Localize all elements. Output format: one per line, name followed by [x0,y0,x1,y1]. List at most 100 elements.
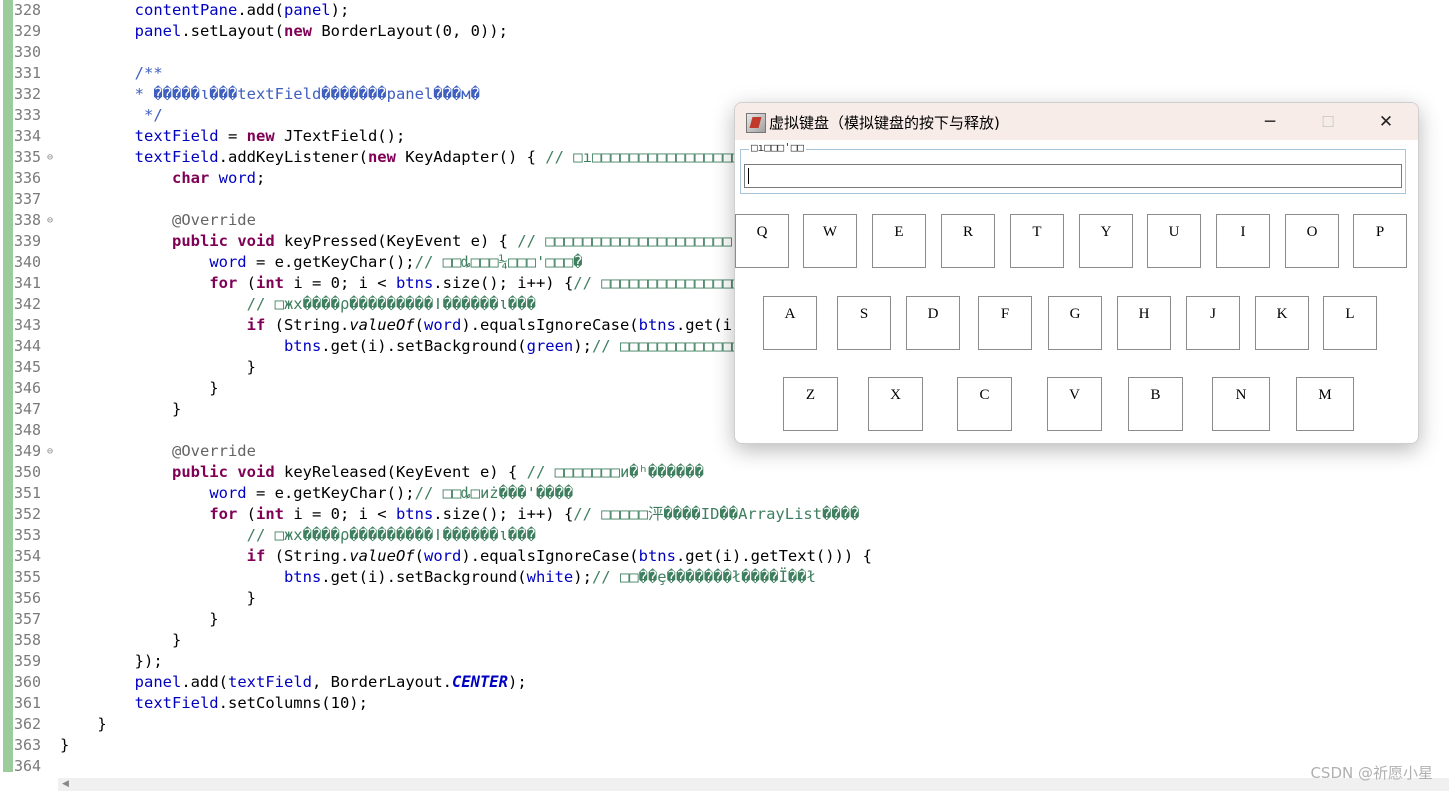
code-text: } [60,358,256,376]
key-v-button[interactable]: V [1047,377,1102,431]
code-text: textField.addKeyListener(new KeyAdapter(… [134,148,742,166]
key-e-button[interactable]: E [872,214,926,268]
close-button[interactable]: ✕ [1368,109,1404,135]
key-u-button[interactable]: U [1147,214,1201,268]
line-number: 354 [14,547,42,565]
code-text: for (int i = 0; i < btns.size(); i++) {/… [209,274,751,292]
code-text: // □жx����ρ���������ǀ������ι��� [246,526,536,544]
key-t-button[interactable]: T [1010,214,1064,268]
maximize-button[interactable]: ☐ [1310,109,1346,135]
code-text: textField.setColumns(10); [134,694,368,712]
line-number: 355 [14,568,42,586]
key-y-button[interactable]: Y [1079,214,1133,268]
group-legend: □ı□□□'□□ [749,141,806,154]
code-text: } [60,736,70,754]
key-q-button[interactable]: Q [735,214,789,268]
key-i-button[interactable]: I [1216,214,1270,268]
code-text: } [60,379,219,397]
key-p-button[interactable]: P [1353,214,1407,268]
line-number: 361 [14,694,42,712]
line-number: 343 [14,316,42,334]
code-text: } [60,715,107,733]
change-ruler [0,0,14,778]
line-number: 328 [14,1,42,19]
code-text: } [60,631,182,649]
input-group: □ı□□□'□□ [740,141,1406,194]
code-text: char word; [171,169,266,187]
code-text: word = e.getKeyChar();// □□ȡ□□□¼□□□'□□□� [209,253,583,271]
key-input-field[interactable] [744,164,1402,188]
code-text: }); [60,652,163,670]
line-number: 364 [14,757,42,775]
code-text: } [60,610,219,628]
line-number: 340 [14,253,42,271]
line-number: 339 [14,232,42,250]
key-j-button[interactable]: J [1186,296,1240,350]
text-caret [748,168,749,184]
line-number: 329 [14,22,42,40]
code-text: // □жx����ρ���������ǀ������ι��� [246,295,536,313]
fold-toggle-icon[interactable]: ⊖ [47,441,53,462]
virtual-keyboard-window: 虚拟键盘（模拟键盘的按下与释放) ─ ☐ ✕ □ı□□□'□□ QWERTYUI… [734,102,1419,444]
key-a-button[interactable]: A [763,296,817,350]
key-f-button[interactable]: F [978,296,1032,350]
key-z-button[interactable]: Z [783,377,838,431]
code-text: } [60,400,182,418]
line-number: 358 [14,631,42,649]
key-s-button[interactable]: S [837,296,891,350]
code-text: panel.setLayout(new BorderLayout(0, 0)); [134,22,508,40]
code-text: if (String.valueOf(word).equalsIgnoreCas… [246,547,872,565]
key-l-button[interactable]: L [1323,296,1377,350]
code-text: @Override [171,211,256,229]
key-m-button[interactable]: M [1296,377,1354,431]
code-text: word = e.getKeyChar();// □□ȡ□иż���'���� [209,484,574,502]
code-text: btns.get(i).setBackground(green);// □□□□… [283,337,770,355]
key-n-button[interactable]: N [1212,377,1270,431]
key-w-button[interactable]: W [803,214,857,268]
line-number: 346 [14,379,42,397]
line-number: 360 [14,673,42,691]
horizontal-scrollbar[interactable]: ◀ [58,778,1449,791]
key-x-button[interactable]: X [868,377,923,431]
key-o-button[interactable]: O [1285,214,1339,268]
code-text: for (int i = 0; i < btns.size(); i++) {/… [209,505,860,523]
line-number: 359 [14,652,42,670]
line-number: 332 [14,85,42,103]
window-title: 虚拟键盘（模拟键盘的按下与释放) [769,114,1000,132]
code-text: public void keyPressed(KeyEvent e) { // … [171,232,732,250]
key-r-button[interactable]: R [941,214,995,268]
line-number: 333 [14,106,42,124]
code-text: @Override [171,442,256,460]
code-text: public void keyReleased(KeyEvent e) { //… [171,463,704,481]
line-number: 342 [14,295,42,313]
line-number: 348 [14,421,42,439]
key-k-button[interactable]: K [1255,296,1309,350]
watermark: CSDN @祈愿小星 [1310,764,1433,782]
minimize-button[interactable]: ─ [1252,109,1288,135]
code-text: contentPane.add(panel); [134,1,350,19]
fold-toggle-icon[interactable]: ⊖ [47,147,53,168]
line-number: 331 [14,64,42,82]
code-text: btns.get(i).setBackground(white);// □□��… [283,568,816,586]
line-number: 334 [14,127,42,145]
line-number: 347 [14,400,42,418]
line-number: 357 [14,610,42,628]
java-app-icon [746,113,766,133]
line-number: 362 [14,715,42,733]
scroll-left-icon[interactable]: ◀ [62,779,69,789]
code-text: panel.add(textField, BorderLayout.CENTER… [134,673,527,691]
key-h-button[interactable]: H [1117,296,1171,350]
line-number: 344 [14,337,42,355]
key-d-button[interactable]: D [906,296,960,350]
code-text: /** [134,64,163,82]
fold-toggle-icon[interactable]: ⊖ [47,210,53,231]
line-number: 337 [14,190,42,208]
line-number: 352 [14,505,42,523]
title-bar[interactable]: 虚拟键盘（模拟键盘的按下与释放) ─ ☐ ✕ [735,103,1418,140]
key-g-button[interactable]: G [1048,296,1102,350]
key-b-button[interactable]: B [1128,377,1183,431]
line-number: 356 [14,589,42,607]
key-c-button[interactable]: C [957,377,1012,431]
line-number: 336 [14,169,42,187]
code-text: */ [134,106,163,124]
